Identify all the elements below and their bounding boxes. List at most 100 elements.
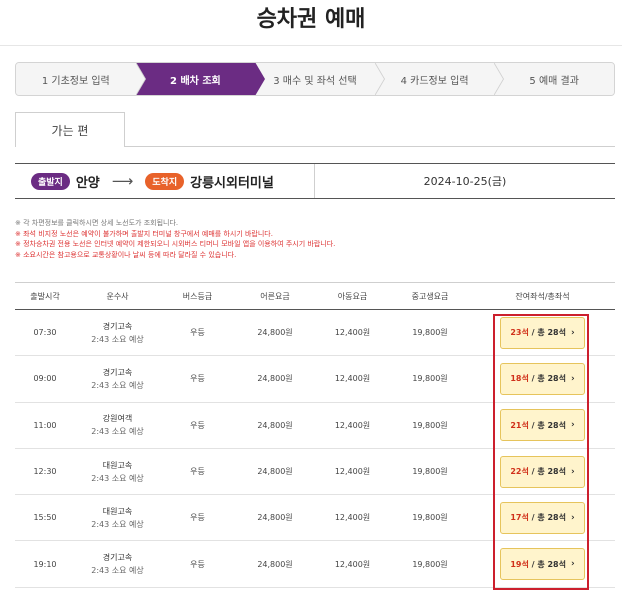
- departure-name: 안양: [75, 175, 100, 191]
- departure-time: 12:30: [33, 467, 57, 477]
- remaining-seats: 17석: [510, 513, 529, 523]
- header-departure-time: 출발시각: [30, 291, 60, 301]
- remaining-seats: 19석: [510, 559, 529, 569]
- table-row[interactable]: 09:00 경기고속 2:43 소요 예상 우등 24,800원 12,400원 …: [15, 356, 615, 403]
- remaining-seats: 22석: [510, 467, 529, 477]
- company-cell[interactable]: 경기고속 2:43 소요 예상: [75, 367, 160, 391]
- header-seats: 잔여좌석/총좌석: [515, 291, 570, 301]
- page-title: 승차권 예매: [256, 7, 366, 32]
- header-student-fare: 중고생요금: [411, 291, 449, 301]
- bus-grade: 우등: [190, 374, 205, 384]
- header-child-fare: 아동요금: [337, 291, 368, 301]
- student-fare: 19,800원: [412, 420, 448, 430]
- adult-fare: 24,800원: [257, 328, 293, 338]
- company-name: 대원고속: [102, 506, 133, 516]
- step-basic-info[interactable]: 1 기초정보 입력: [16, 63, 146, 95]
- notice-item: ※ 소요시간은 참고용으로 교통상황이나 날씨 등에 따라 달라질 수 있습니다…: [15, 250, 237, 259]
- table-row[interactable]: 07:30 경기고속 2:43 소요 예상 우등 24,800원 12,400원 …: [15, 310, 615, 357]
- step-card-info[interactable]: 4 카드정보 입력: [374, 63, 504, 95]
- step-result[interactable]: 5 예매 결과: [494, 63, 614, 95]
- total-seats: / 총 28석: [531, 420, 566, 430]
- child-fare: 12,400원: [334, 328, 371, 338]
- header-bus-grade: 버스등급: [182, 291, 213, 301]
- remaining-seats: 21석: [510, 420, 529, 430]
- seat-cell: 17석 / 총 28석 ›: [470, 501, 615, 534]
- progress-steps: 1 기초정보 입력 2 배차 조회 3 매수 및 좌석 선택 4 카드정보 입력…: [15, 62, 615, 96]
- arrival-badge: 도착지: [145, 172, 185, 190]
- student-fare: 19,800원: [412, 374, 448, 384]
- select-seat-button[interactable]: 23석 / 총 28석 ›: [500, 316, 585, 349]
- total-seats: / 총 28석: [531, 467, 566, 477]
- duration: 2:43 소요 예상: [91, 427, 144, 437]
- company-cell[interactable]: 경기고속 2:43 소요 예상: [75, 552, 160, 576]
- seat-cell: 23석 / 총 28석 ›: [470, 316, 615, 349]
- company-cell[interactable]: 대원고속 2:43 소요 예상: [75, 460, 160, 484]
- duration: 2:43 소요 예상: [91, 334, 144, 344]
- adult-fare: 24,800원: [257, 420, 293, 430]
- bus-grade: 우등: [190, 420, 205, 430]
- bus-grade: 우등: [190, 559, 205, 569]
- schedule-table: 출발시각 운수사 버스등급 어른요금 아동요금 중고생요금 잔여좌석/총좌석 0…: [15, 282, 615, 588]
- adult-fare: 24,800원: [257, 467, 293, 477]
- remaining-seats: 23석: [510, 328, 529, 338]
- adult-fare: 24,800원: [257, 513, 293, 523]
- total-seats: / 총 28석: [531, 374, 566, 384]
- step-schedule-lookup[interactable]: 2 배차 조회: [135, 63, 265, 95]
- table-row[interactable]: 11:00 강원여객 2:43 소요 예상 우등 24,800원 12,400원 …: [15, 403, 615, 449]
- departure-time: 11:00: [33, 420, 57, 430]
- chevron-right-icon: ›: [570, 327, 575, 338]
- company-name: 대원고속: [102, 460, 133, 470]
- company-name: 경기고속: [102, 367, 133, 377]
- company-cell[interactable]: 대원고속 2:43 소요 예상: [75, 506, 160, 530]
- arrival-name: 강릉시외터미널: [190, 175, 274, 191]
- notice-item: ※ 정차승차권 전용 노선은 인터넷 예약이 제한되오니 시외버스 티머니 모바…: [15, 240, 336, 248]
- child-fare: 12,400원: [334, 513, 371, 523]
- company-cell[interactable]: 경기고속 2:43 소요 예상: [75, 321, 160, 345]
- chevron-right-icon: ›: [570, 373, 575, 384]
- duration: 2:43 소요 예상: [91, 473, 144, 483]
- child-fare: 12,400원: [334, 420, 371, 430]
- select-seat-button[interactable]: 19석 / 총 28석 ›: [500, 548, 585, 581]
- remaining-seats: 18석: [510, 374, 529, 384]
- notice-list: ※ 각 차편정보를 클릭하시면 상세 노선도가 조회됩니다. ※ 좌석 비지정 …: [15, 218, 615, 260]
- route-summary: 출발지 안양 ⟶ 도착지 강릉시외터미널 2024-10-25(금): [15, 163, 615, 199]
- seat-cell: 22석 / 총 28석 ›: [470, 455, 615, 488]
- route-places: 출발지 안양 ⟶ 도착지 강릉시외터미널: [15, 164, 315, 198]
- step-seat-selection[interactable]: 3 매수 및 좌석 선택: [255, 63, 385, 95]
- chevron-right-icon: ›: [570, 466, 575, 477]
- chevron-right-icon: ›: [570, 512, 575, 523]
- departure-time: 15:50: [33, 513, 57, 523]
- student-fare: 19,800원: [412, 467, 448, 477]
- departure-time: 07:30: [33, 328, 57, 338]
- company-name: 강원여객: [102, 414, 133, 424]
- select-seat-button[interactable]: 17석 / 총 28석 ›: [500, 501, 585, 534]
- select-seat-button[interactable]: 22석 / 총 28석 ›: [500, 455, 585, 488]
- company-cell[interactable]: 강원여객 2:43 소요 예상: [75, 413, 160, 437]
- departure-badge: 출발지: [31, 172, 70, 190]
- chevron-right-icon: ›: [570, 420, 575, 431]
- notice-item: ※ 각 차편정보를 클릭하시면 상세 노선도가 조회됩니다.: [15, 219, 179, 227]
- total-seats: / 총 28석: [531, 513, 566, 523]
- total-seats: / 총 28석: [531, 559, 566, 569]
- select-seat-button[interactable]: 21석 / 총 28석 ›: [500, 409, 585, 442]
- adult-fare: 24,800원: [257, 374, 293, 384]
- duration: 2:43 소요 예상: [91, 519, 144, 529]
- header-adult-fare: 어른요금: [260, 291, 290, 301]
- table-row[interactable]: 12:30 대원고속 2:43 소요 예상 우등 24,800원 12,400원 …: [15, 449, 615, 496]
- table-row[interactable]: 19:10 경기고속 2:43 소요 예상 우등 24,800원 12,400원 …: [15, 541, 615, 588]
- title-divider: [0, 45, 622, 46]
- child-fare: 12,400원: [334, 467, 371, 477]
- chevron-right-icon: ›: [570, 559, 575, 570]
- table-header: 출발시각 운수사 버스등급 어른요금 아동요금 중고생요금 잔여좌석/총좌석: [15, 282, 615, 310]
- duration: 2:43 소요 예상: [91, 380, 144, 390]
- table-row[interactable]: 15:50 대원고속 2:43 소요 예상 우등 24,800원 12,400원 …: [15, 495, 615, 542]
- student-fare: 19,800원: [412, 559, 448, 569]
- travel-date: 2024-10-25(금): [423, 175, 507, 188]
- select-seat-button[interactable]: 18석 / 총 28석 ›: [500, 362, 585, 395]
- departure-time: 19:10: [33, 559, 57, 569]
- student-fare: 19,800원: [412, 513, 448, 523]
- bus-grade: 우등: [190, 467, 205, 477]
- tab-outbound[interactable]: 가는 편: [15, 112, 125, 147]
- bus-grade: 우등: [190, 513, 205, 523]
- total-seats: / 총 28석: [531, 328, 566, 338]
